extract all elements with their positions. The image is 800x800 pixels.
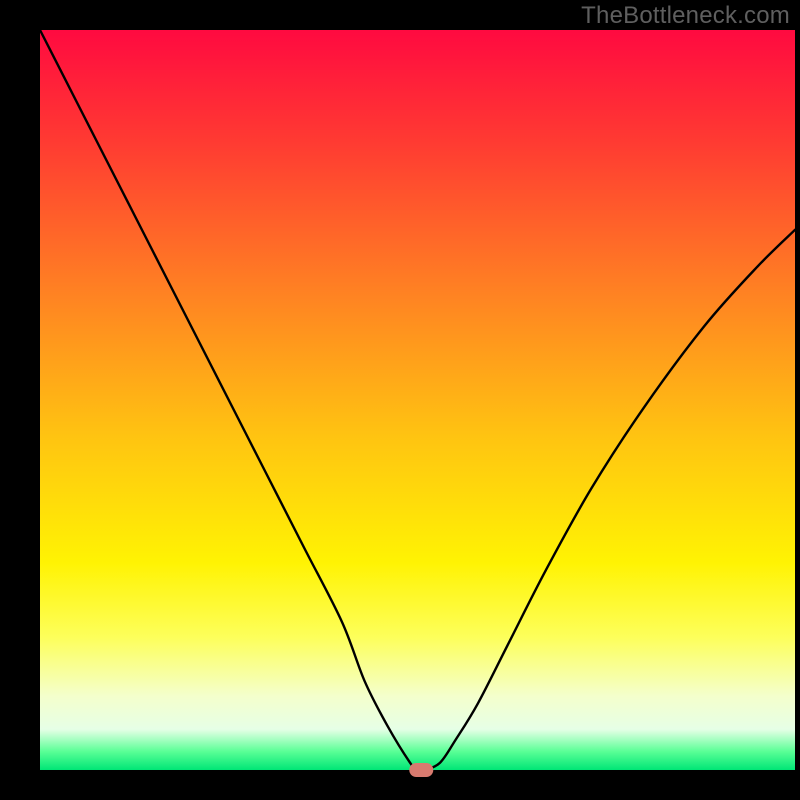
chart-frame: TheBottleneck.com: [0, 0, 800, 800]
optimum-marker: [409, 763, 433, 777]
chart-svg: [0, 0, 800, 800]
watermark-text: TheBottleneck.com: [581, 2, 790, 30]
plot-area: [40, 30, 795, 770]
